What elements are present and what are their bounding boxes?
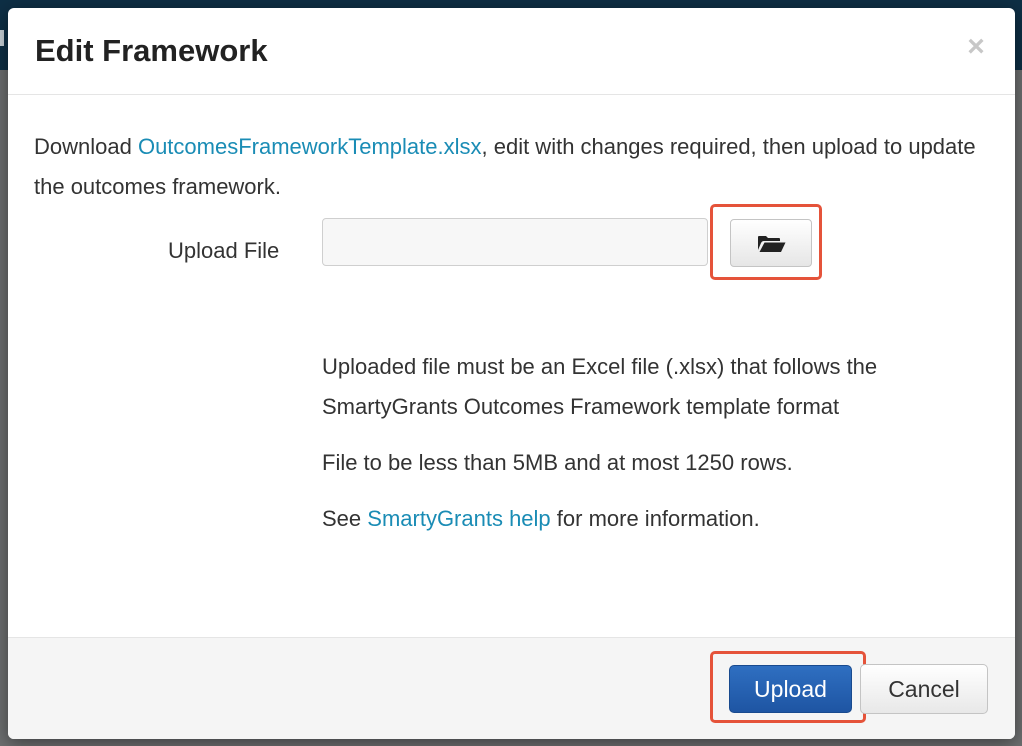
help-format-text: Uploaded file must be an Excel file (.xl… bbox=[322, 354, 878, 419]
smartygrants-help-link[interactable]: SmartyGrants help bbox=[367, 506, 550, 531]
cancel-button[interactable]: Cancel bbox=[860, 664, 988, 714]
help-more-prefix: See bbox=[322, 506, 368, 531]
help-more-info: See SmartyGrants help for more informati… bbox=[322, 499, 962, 539]
upload-file-label: Upload File bbox=[168, 238, 280, 263]
edit-framework-dialog: Edit Framework × Download OutcomesFramew… bbox=[8, 8, 1015, 739]
upload-button[interactable]: Upload bbox=[729, 665, 852, 713]
modal-footer: Upload Cancel bbox=[8, 637, 1015, 739]
help-more-suffix: for more information. bbox=[550, 506, 760, 531]
upload-help-text: Uploaded file must be an Excel file (.xl… bbox=[322, 347, 962, 555]
intro-prefix: Download bbox=[34, 134, 138, 159]
help-size-text: File to be less than 5MB and at most 125… bbox=[322, 450, 793, 475]
template-download-link[interactable]: OutcomesFrameworkTemplate.xlsx bbox=[138, 134, 482, 159]
modal-title: Edit Framework bbox=[35, 33, 268, 68]
folder-open-icon bbox=[758, 236, 786, 252]
file-path-input[interactable] bbox=[322, 218, 708, 266]
intro-text: Download OutcomesFrameworkTemplate.xlsx,… bbox=[34, 127, 989, 207]
modal-header: Edit Framework × bbox=[8, 8, 1015, 95]
browse-file-button[interactable] bbox=[730, 219, 812, 267]
background-logo-fragment bbox=[0, 30, 4, 46]
close-icon[interactable]: × bbox=[963, 32, 989, 62]
